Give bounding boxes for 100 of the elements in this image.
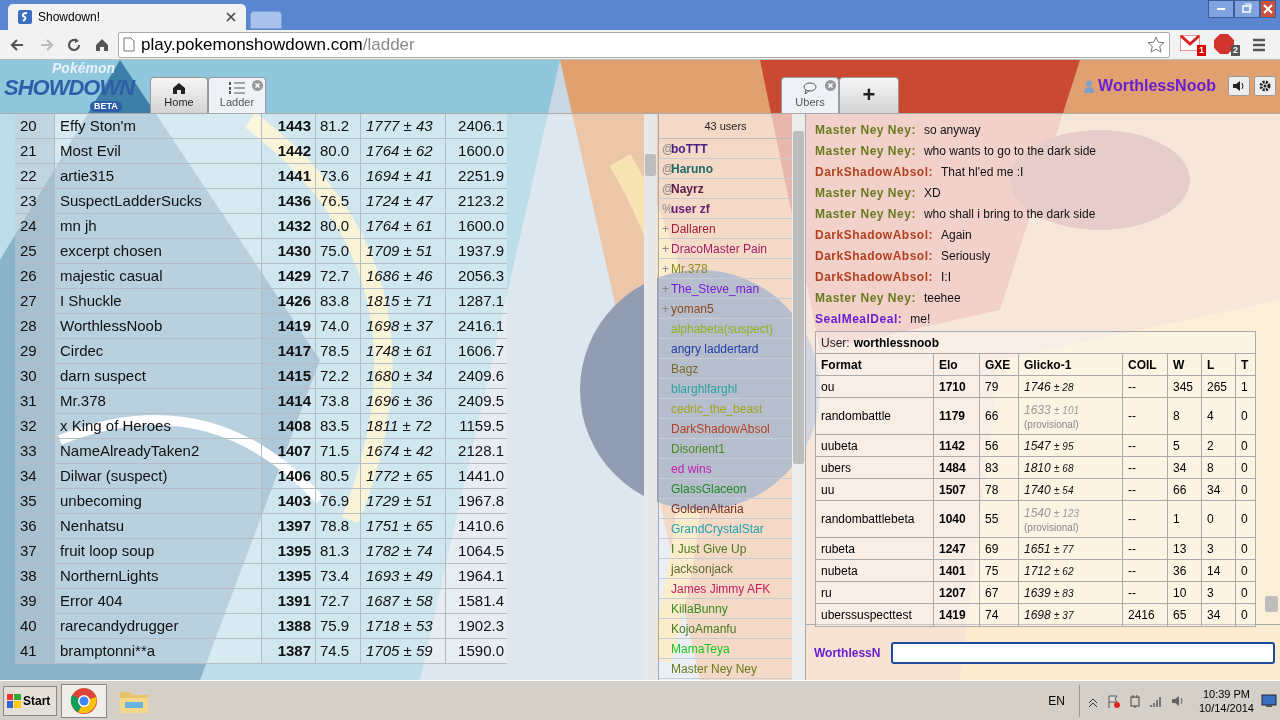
table-cell: 1179 [934, 398, 980, 434]
flag-icon[interactable] [1106, 693, 1121, 708]
table-cell: 1403 [262, 489, 316, 513]
speaker-icon[interactable] [1169, 693, 1184, 708]
table-cell: 1696 ± 36 [361, 389, 446, 413]
table-cell-text: 0 [1240, 481, 1249, 499]
table-cell: 35 [15, 489, 55, 513]
table-cell: -- [1123, 376, 1168, 397]
table-cell: 265 [1202, 376, 1236, 397]
table-cell: 78 [980, 479, 1019, 500]
table-cell: 2251.9 [446, 164, 507, 188]
table-cell: 1712 ± 62 [1019, 560, 1123, 581]
table-cell: 1698 ± 37 [361, 314, 446, 338]
table-cell: 66 [1168, 479, 1202, 500]
table-cell: randombattlebeta [816, 501, 934, 537]
power-plug-icon[interactable] [1127, 693, 1142, 708]
table-cell: 1777 ± 43 [361, 114, 446, 138]
table-cell: 1902.3 [446, 614, 507, 638]
chat-username[interactable]: Master Ney Ney: [815, 183, 916, 204]
table-cell: 32 [15, 414, 55, 438]
table-cell: 3 [1202, 582, 1236, 603]
table-cell: 31 [15, 389, 55, 413]
table-cell: 33 [15, 439, 55, 463]
table-cell: 39 [15, 589, 55, 613]
table-cell: 73.4 [316, 564, 361, 588]
chat-username[interactable]: DarkShadowAbsol: [815, 246, 933, 267]
scrollbar-thumb[interactable] [1265, 596, 1278, 612]
table-cell: 1710 [934, 376, 980, 397]
chat-message: so anyway [923, 122, 981, 139]
reload-icon[interactable] [65, 35, 83, 54]
scrollbar-thumb[interactable] [793, 131, 804, 464]
table-cell: 2416.1 [446, 314, 507, 338]
table-cell: Most Evil [55, 139, 262, 163]
scrollbar-thumb[interactable] [645, 154, 656, 176]
language-indicator[interactable]: EN [1048, 691, 1065, 710]
restore-icon[interactable] [1240, 2, 1254, 16]
table-cell: 30 [15, 364, 55, 388]
label: User: [821, 334, 850, 352]
table-cell: 75.0 [316, 239, 361, 263]
chat-username[interactable]: DarkShadowAbsol: [815, 267, 933, 288]
table-cell: 2 [1202, 435, 1236, 456]
table-cell: artie315 [55, 164, 262, 188]
table-cell: 3 [1202, 538, 1236, 559]
browser-icon [70, 686, 98, 715]
mail-extension-icon[interactable]: 1 [1180, 33, 1206, 56]
table-cell: 69 [980, 538, 1019, 559]
table-cell: 2406.1 [446, 114, 507, 138]
tab[interactable]: Ladder [208, 77, 266, 113]
message-input-field[interactable] [891, 641, 1275, 664]
table-cell: 1417 [262, 339, 316, 363]
chat-username[interactable]: Master Ney Ney: [815, 141, 916, 162]
chat-username[interactable]: SealMealDeal: [815, 309, 903, 330]
table-cell: 13 [1168, 538, 1202, 559]
table-cell: uubeta [816, 435, 934, 456]
table-cell: 72.7 [316, 589, 361, 613]
tab[interactable]: + [839, 77, 899, 113]
scrollbar[interactable] [644, 114, 657, 680]
browser-tab[interactable]: Showdown! [8, 4, 246, 30]
close-icon[interactable] [226, 12, 236, 22]
chat-username[interactable]: Master Ney Ney: [815, 120, 916, 141]
chat-username[interactable]: DarkShadowAbsol: [815, 162, 933, 183]
table-cell: Dilwar (suspect) [55, 464, 262, 488]
table-cell: 1693 ± 49 [361, 564, 446, 588]
chat-message: Again [941, 227, 972, 244]
address-bar[interactable]: play.pokemonshowdown.com/ladder [118, 31, 1170, 58]
column-header: COIL [1123, 354, 1168, 375]
show-desktop-icon[interactable] [1261, 693, 1277, 708]
table-cell: 1639 ± 83 [1019, 582, 1123, 603]
scrollbar[interactable] [792, 114, 805, 680]
tab[interactable]: Ubers [781, 77, 839, 113]
volume-button[interactable] [1228, 76, 1250, 96]
table-cell: 78.8 [316, 514, 361, 538]
page-icon [123, 37, 135, 52]
start-button[interactable]: Start [3, 685, 57, 716]
table-cell-text: 0 [1240, 584, 1249, 602]
adblock-extension-icon[interactable]: 2 [1214, 33, 1240, 56]
chat-username[interactable]: Master Ney Ney: [815, 204, 916, 225]
user-icon [1084, 79, 1095, 93]
table-cell: 79 [980, 376, 1019, 397]
chat-username[interactable]: Master Ney Ney: [815, 288, 916, 309]
tab[interactable]: Home [150, 77, 208, 113]
star-icon[interactable] [1147, 35, 1165, 54]
table-cell: 1387 [262, 639, 316, 663]
chat-username[interactable]: DarkShadowAbsol: [815, 225, 933, 246]
table-cell: -- [1123, 501, 1168, 537]
table-cell: 1547 ± 95 [1019, 435, 1123, 456]
table-cell: darn suspect [55, 364, 262, 388]
table-cell: 25 [15, 239, 55, 263]
username-link[interactable]: WorthlessNoob [1098, 74, 1216, 98]
chat-message: I:I [941, 269, 952, 286]
table-cell: 22 [15, 164, 55, 188]
table-cell: 1432 [262, 214, 316, 238]
settings-button[interactable] [1254, 76, 1276, 96]
table-cell: 28 [15, 314, 55, 338]
close-icon[interactable] [1261, 2, 1275, 16]
table-cell: 56 [980, 435, 1019, 456]
taskbar-button[interactable] [61, 683, 107, 718]
url-text: play.pokemonshowdown.com/ladder [141, 33, 416, 56]
clock[interactable]: 10:39 PM 10/14/2014 [1198, 686, 1254, 715]
table-cell: 1419 [262, 314, 316, 338]
